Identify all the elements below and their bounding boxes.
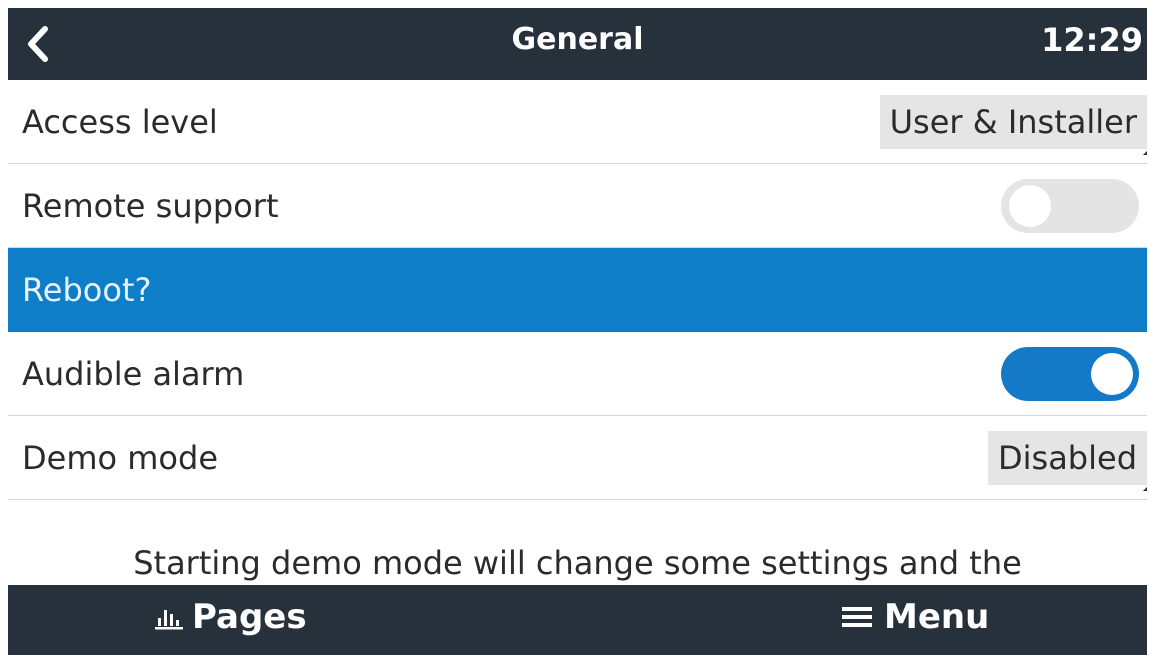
setting-access-level[interactable]: Access level User & Installer: [8, 80, 1147, 164]
audible-alarm-toggle[interactable]: [1001, 346, 1139, 401]
setting-label: Audible alarm: [22, 354, 245, 393]
pages-label: Pages: [192, 597, 307, 637]
toggle-knob: [1009, 184, 1051, 227]
edit-corner-icon: [1143, 148, 1147, 155]
setting-remote-support[interactable]: Remote support: [8, 164, 1147, 248]
menu-button[interactable]: Menu: [840, 585, 989, 649]
bottom-nav-bar: Pages Menu: [8, 585, 1147, 655]
setting-label: Access level: [22, 102, 218, 141]
demo-mode-info-text: Starting demo mode will change some sett…: [133, 544, 1022, 582]
edit-corner-icon: [1143, 484, 1147, 491]
bar-chart-icon: [154, 604, 184, 630]
settings-list: Access level User & Installer Remote sup…: [8, 80, 1147, 500]
setting-audible-alarm[interactable]: Audible alarm: [8, 332, 1147, 416]
access-level-value-text: User & Installer: [889, 102, 1137, 141]
demo-mode-value[interactable]: Disabled: [987, 430, 1147, 491]
device-screen: General 12:29 Access level User & Instal…: [8, 8, 1147, 655]
page-title: General: [511, 22, 644, 57]
demo-mode-value-text: Disabled: [997, 438, 1137, 477]
access-level-value[interactable]: User & Installer: [879, 94, 1147, 155]
menu-label: Menu: [884, 597, 990, 637]
clock: 12:29: [1041, 21, 1143, 59]
setting-label: Demo mode: [22, 438, 218, 477]
setting-label: Remote support: [22, 186, 279, 225]
setting-demo-mode[interactable]: Demo mode Disabled: [8, 416, 1147, 500]
setting-label: Reboot?: [22, 270, 152, 309]
pages-button[interactable]: Pages: [154, 585, 307, 649]
title-bar: General 12:29: [8, 8, 1147, 80]
setting-reboot[interactable]: Reboot?: [8, 248, 1147, 332]
hamburger-menu-icon: [840, 603, 876, 631]
remote-support-toggle[interactable]: [1001, 178, 1139, 233]
toggle-knob: [1091, 352, 1133, 395]
